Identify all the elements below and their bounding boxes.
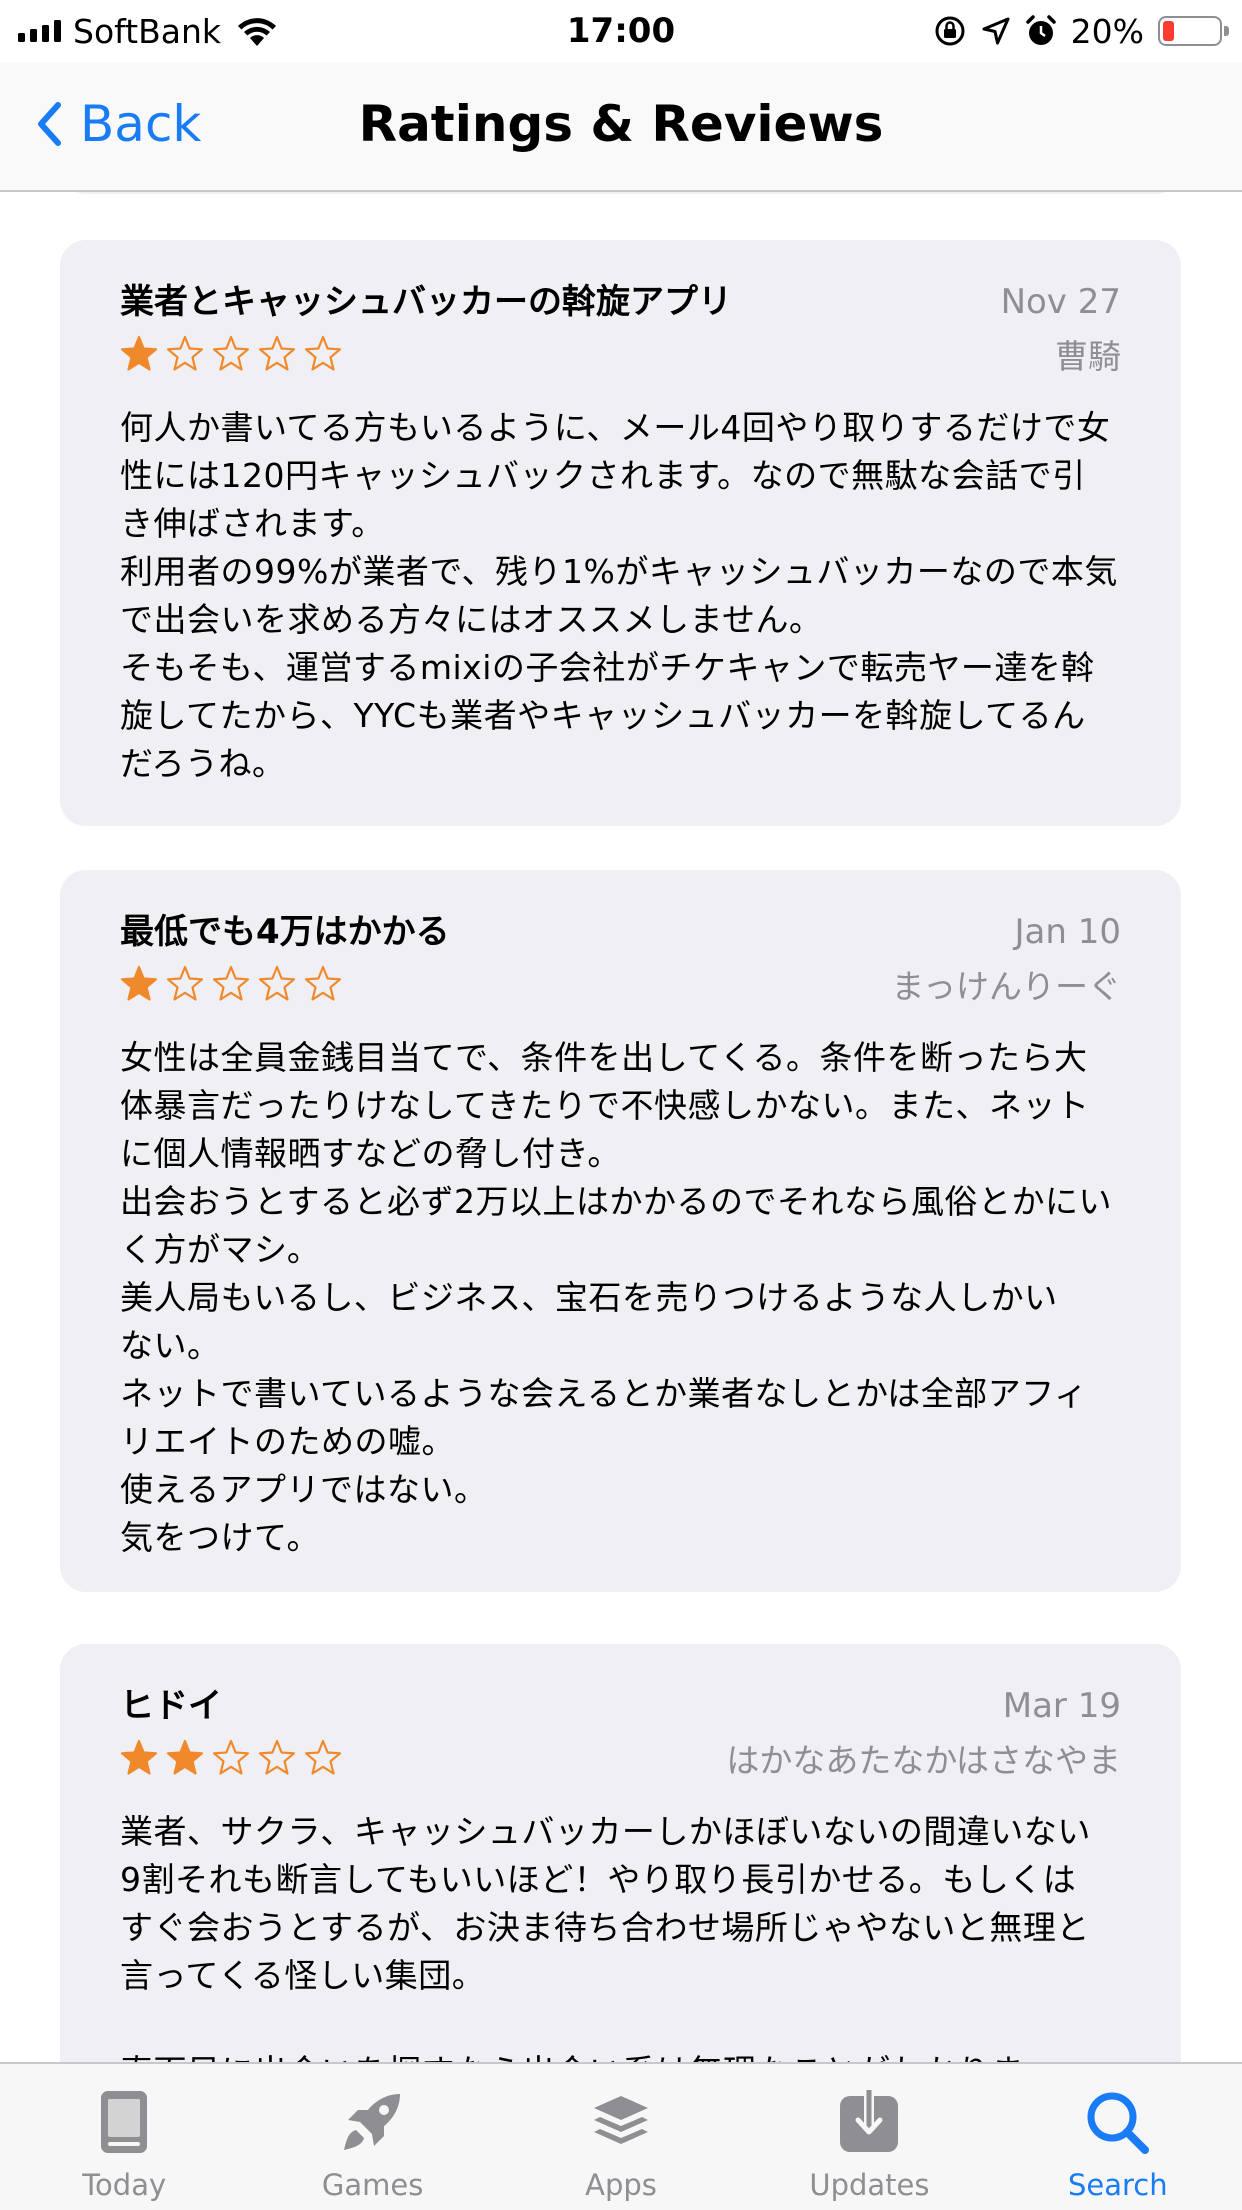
review-author: 曹騎 (1055, 337, 1121, 376)
battery-fill (1163, 21, 1174, 41)
tab-label: Updates (809, 2168, 930, 2202)
status-bar: SoftBank 17:00 20% (0, 0, 1242, 62)
battery-percent: 20% (1070, 11, 1144, 51)
battery-icon (1158, 16, 1229, 46)
star-rating (120, 965, 342, 1003)
tab-games[interactable]: Games (248, 2064, 496, 2210)
star-filled-icon (166, 1739, 204, 1775)
today-icon (101, 2091, 148, 2153)
star-empty-icon (304, 965, 342, 1001)
review-date: Mar 19 (1002, 1686, 1121, 1726)
tab-label: Apps (585, 2168, 657, 2202)
review-body: 何人か書いてる方もいるように、メール4回やり取りするだけで女 性には120円キャ… (120, 408, 1118, 783)
previous-review-card-edge (60, 192, 1181, 194)
tab-label: Today (82, 2168, 167, 2202)
review-card[interactable]: 業者とキャッシュバッカーの斡旋アプリ Nov 27 曹騎 何人か書いてる方もいる… (60, 240, 1181, 826)
layers-icon (594, 2096, 649, 2144)
tab-label: Search (1068, 2168, 1168, 2202)
review-date: Jan 10 (1014, 912, 1121, 952)
download-icon (840, 2090, 899, 2152)
alarm-icon (1025, 15, 1056, 45)
tab-apps[interactable]: Apps (497, 2064, 745, 2210)
tab-bar: Today Games Apps Updates Search (0, 2062, 1242, 2210)
review-title: 業者とキャッシュバッカーの斡旋アプリ (120, 282, 732, 322)
review-body: 女性は全員金銭目当てで、条件を出してくる。条件を断ったら大 体暴言だったりけなし… (120, 1038, 1113, 1557)
review-author: はかなあたなかはさなやま (726, 1741, 1121, 1780)
star-filled-icon (120, 335, 158, 371)
page-title: Ratings & Reviews (358, 95, 884, 153)
star-empty-icon (304, 335, 342, 371)
rotation-lock-icon (935, 16, 965, 46)
review-title: 最低でも4万はかかる (120, 912, 450, 952)
star-empty-icon (166, 335, 204, 371)
star-filled-icon (120, 1739, 158, 1775)
star-empty-icon (304, 1739, 342, 1775)
tab-updates[interactable]: Updates (745, 2064, 993, 2210)
tab-label: Games (321, 2168, 424, 2202)
star-empty-icon (166, 965, 204, 1001)
star-empty-icon (212, 965, 250, 1001)
star-filled-icon (120, 965, 158, 1001)
star-empty-icon (258, 1739, 296, 1775)
review-body: 業者、サクラ、キャッシュバッカーしかほぼいないの間違いない 9割それも断言しても… (120, 1812, 1091, 2062)
star-rating (120, 335, 342, 373)
navigation-bar: Back Ratings & Reviews (0, 62, 1242, 192)
review-author: まっけんりーぐ (891, 967, 1121, 1006)
star-empty-icon (258, 335, 296, 371)
review-card[interactable]: 最低でも4万はかかる Jan 10 まっけんりーぐ 女性は全員金銭目当てで、条件… (60, 870, 1181, 1592)
search-icon (1087, 2092, 1149, 2154)
review-card[interactable]: ヒドイ Mar 19 はかなあたなかはさなやま 業者、サクラ、キャッシュバッカー… (60, 1644, 1181, 2062)
star-empty-icon (212, 1739, 250, 1775)
star-empty-icon (212, 335, 250, 371)
star-empty-icon (258, 965, 296, 1001)
rocket-icon (343, 2094, 400, 2150)
review-date: Nov 27 (1000, 282, 1121, 322)
reviews-list[interactable]: 業者とキャッシュバッカーの斡旋アプリ Nov 27 曹騎 何人か書いてる方もいる… (0, 192, 1242, 2062)
tab-today[interactable]: Today (0, 2064, 248, 2210)
review-title: ヒドイ (120, 1686, 222, 1726)
star-rating (120, 1739, 342, 1777)
location-icon (982, 17, 1010, 45)
tab-search[interactable]: Search (994, 2064, 1242, 2210)
status-right: 20% (933, 8, 1229, 54)
